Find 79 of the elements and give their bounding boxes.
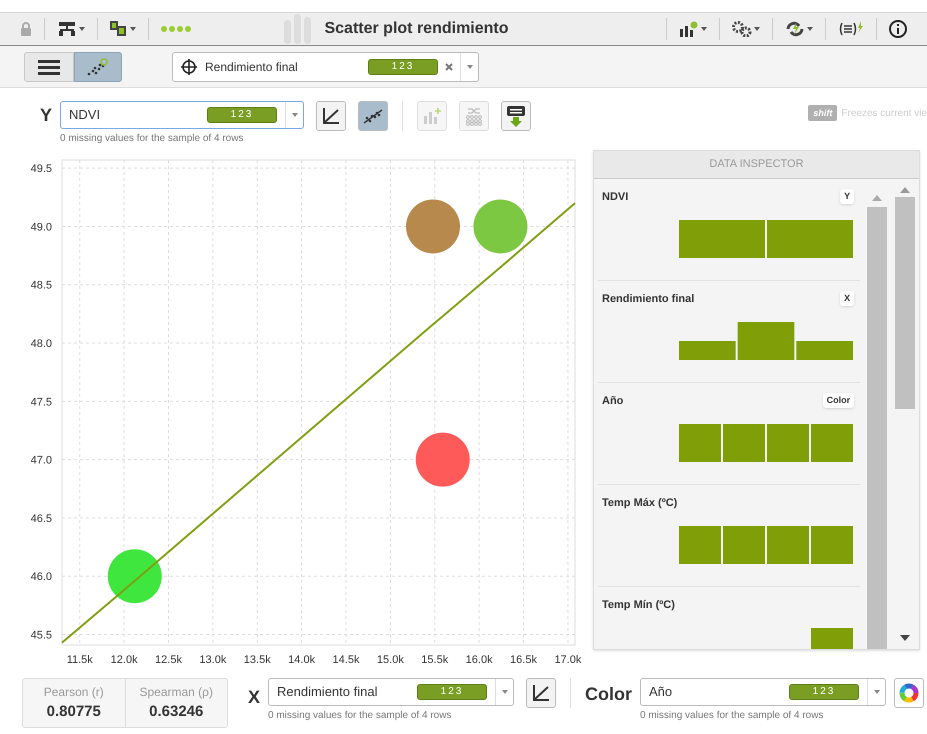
type-badge: 123 (417, 684, 488, 700)
field-name: Temp Mín (ºC) (602, 598, 675, 613)
x-axis-label: X (248, 686, 260, 709)
scrollbar[interactable] (895, 197, 916, 409)
scatter-icon (87, 58, 109, 76)
axis-scale-button[interactable] (526, 678, 556, 708)
type-badge: 123 (207, 107, 278, 123)
axis-icon (532, 684, 550, 702)
color-palette-button[interactable] (894, 678, 924, 708)
window-title: Scatter plot rendimiento (324, 19, 509, 39)
y-tick-label: 47.0 (30, 454, 52, 467)
close-icon[interactable] (445, 62, 453, 70)
x-tick-label: 13.5k (244, 654, 271, 666)
x-tick-label: 12.5k (155, 654, 182, 666)
scroll-down-icon[interactable] (900, 635, 910, 641)
field-name: Temp Máx (ºC) (602, 496, 678, 511)
missing-values-note: 0 missing values for the sample of 4 rows (640, 709, 824, 723)
color-axis-label: Color (585, 683, 632, 706)
x-tick-label: 11.5k (66, 654, 93, 666)
field-name: Año (602, 394, 624, 409)
x-tick-label: 15.5k (421, 654, 448, 666)
role-tag: Color (822, 393, 854, 408)
x-tick-label: 14.0k (288, 654, 316, 666)
y-tick-label: 48.5 (30, 280, 52, 292)
y-tick-label: 45.5 (30, 630, 52, 642)
data-point[interactable] (416, 432, 470, 487)
objective-field[interactable]: Rendimiento final 123 (172, 52, 479, 82)
data-point[interactable] (406, 199, 460, 254)
data-point[interactable] (108, 549, 162, 604)
correlation-label: Spearman (ρ) (139, 684, 214, 701)
x-tick-label: 17.0k (554, 654, 582, 666)
grid-shuffle-icon (464, 106, 484, 126)
y-tick-label: 48.0 (30, 338, 52, 350)
correlation-value: 0.80775 (46, 702, 101, 722)
color-wheel-icon (898, 682, 920, 704)
correlation-label: Pearson (r) (44, 684, 104, 701)
panel-title: DATA INSPECTOR (709, 157, 804, 172)
shift-key: shift (808, 105, 838, 121)
x-tick-label: 13.0k (199, 654, 226, 666)
axis-icon (322, 107, 340, 125)
axis-scale-button[interactable] (316, 101, 346, 131)
menu-icon (38, 58, 60, 74)
role-tag: Y (840, 189, 854, 204)
caret-icon (292, 113, 298, 117)
x-tick-label: 16.0k (466, 654, 493, 666)
y-tick-label: 49.5 (30, 163, 52, 176)
type-badge: 123 (789, 684, 860, 700)
x-tick-label: 16.5k (510, 654, 537, 666)
crosshair-icon (181, 58, 197, 74)
scatter-line-icon (363, 107, 384, 125)
png-download-icon (506, 105, 526, 127)
missing-values-note: 0 missing values for the sample of 4 rows (268, 709, 452, 723)
color-field-dropdown[interactable]: Año 123 (640, 678, 886, 706)
y-tick-label: 49.0 (30, 221, 52, 234)
y-tick-label: 46.5 (30, 512, 52, 525)
y-axis-label: Y (40, 104, 52, 127)
scrollbar[interactable] (867, 207, 888, 649)
role-tag: X (840, 291, 854, 306)
field-name: NDVI (602, 190, 628, 205)
menu-button[interactable] (24, 52, 74, 82)
field-name: Rendimiento final (602, 292, 694, 307)
caret-icon (874, 690, 880, 694)
x-field-dropdown[interactable]: Rendimiento final 123 (268, 678, 514, 706)
bar-chart-plus-icon (422, 107, 442, 125)
png-export-button[interactable] (501, 101, 532, 131)
caret-icon (502, 690, 508, 694)
y-tick-label: 46.0 (30, 571, 52, 584)
missing-values-note: 0 missing values for the sample of 4 rows (60, 132, 244, 146)
scroll-up-icon[interactable] (900, 187, 910, 193)
y-field-dropdown[interactable]: NDVI 123 (60, 101, 304, 129)
correlation-value: 0.63246 (149, 702, 204, 722)
x-tick-label: 14.5k (332, 654, 360, 666)
x-tick-label: 12.0k (110, 654, 138, 666)
caret-icon (466, 64, 472, 68)
regression-toggle-button[interactable] (358, 101, 388, 131)
x-tick-label: 15.0k (376, 654, 404, 666)
progress-dots-icon (161, 26, 193, 32)
type-badge: 123 (368, 58, 438, 74)
y-tick-label: 47.5 (30, 396, 52, 408)
